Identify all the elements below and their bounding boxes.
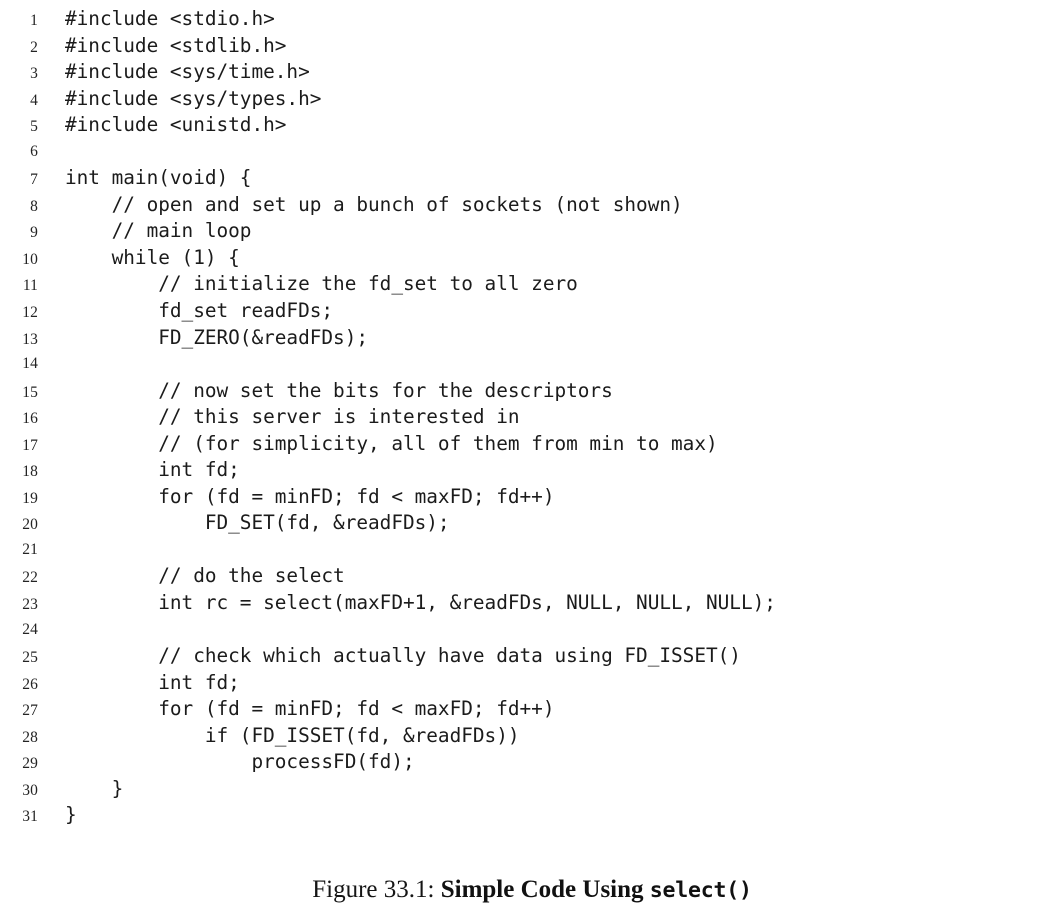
- line-number: 3: [30, 65, 38, 83]
- code-line: 23 int rc = select(maxFD+1, &readFDs, NU…: [0, 590, 1064, 617]
- line-number: 2: [30, 38, 38, 56]
- line-number: 4: [30, 91, 38, 109]
- line-number: 17: [22, 436, 38, 454]
- line-code: #include <sys/types.h>: [65, 86, 322, 110]
- line-number: 21: [22, 540, 38, 558]
- line-number: 15: [22, 383, 38, 401]
- line-number: 1: [30, 12, 38, 29]
- code-line: 20 FD_SET(fd, &readFDs);: [0, 510, 1064, 537]
- code-line: 19 for (fd = minFD; fd < maxFD; fd++): [0, 484, 1064, 511]
- line-code: int fd;: [65, 458, 240, 482]
- line-number: 28: [22, 728, 38, 746]
- code-line: 31}: [0, 802, 1064, 829]
- line-number: 20: [22, 516, 38, 534]
- line-number: 8: [30, 197, 38, 215]
- code-line: 24: [0, 617, 1064, 644]
- code-line: 3 #include <sys/time.h>: [0, 59, 1064, 86]
- code-line: 7 int main(void) {: [0, 165, 1064, 192]
- line-number: 23: [22, 596, 38, 614]
- code-line: 25 // check which actually have data usi…: [0, 643, 1064, 670]
- line-code: int rc = select(maxFD+1, &readFDs, NULL,…: [65, 591, 776, 615]
- line-code: #include <stdio.h>: [65, 7, 275, 30]
- line-code: FD_ZERO(&readFDs);: [65, 325, 369, 349]
- code-line: 8 // open and set up a bunch of sockets …: [0, 192, 1064, 219]
- code-line: 4 #include <sys/types.h>: [0, 86, 1064, 113]
- code-line: 10 while (1) {: [0, 245, 1064, 272]
- code-line: 17 // (for simplicity, all of them from …: [0, 431, 1064, 458]
- line-code: // (for simplicity, all of them from min…: [65, 431, 718, 455]
- line-code: processFD(fd);: [65, 750, 415, 774]
- figure-caption: Figure 33.1: Simple Code Using select(): [0, 876, 1064, 904]
- line-number: 27: [22, 702, 38, 720]
- line-code: // check which actually have data using …: [65, 644, 741, 668]
- line-code: // open and set up a bunch of sockets (n…: [65, 192, 683, 216]
- line-code: #include <unistd.h>: [65, 113, 287, 137]
- line-number: 9: [30, 224, 38, 242]
- line-code: for (fd = minFD; fd < maxFD; fd++): [65, 697, 555, 721]
- line-number: 25: [22, 649, 38, 667]
- code-line: 28 if (FD_ISSET(fd, &readFDs)): [0, 723, 1064, 750]
- code-line: 12 fd_set readFDs;: [0, 298, 1064, 325]
- line-number: 14: [22, 355, 38, 373]
- code-line: 22 // do the select: [0, 563, 1064, 590]
- line-number: 31: [22, 808, 38, 826]
- line-number: 12: [22, 304, 38, 322]
- code-line: 21: [0, 537, 1064, 564]
- line-code: // initialize the fd_set to all zero: [65, 272, 578, 296]
- line-code: // main loop: [65, 219, 252, 243]
- code-line: 18 int fd;: [0, 457, 1064, 484]
- code-line: 1 #include <stdio.h>: [0, 6, 1064, 33]
- code-listing: 1 #include <stdio.h> 2 #include <stdlib.h> 3…: [0, 6, 1064, 829]
- line-number: 7: [30, 171, 38, 189]
- line-code: // this server is interested in: [65, 405, 520, 429]
- line-number: 5: [30, 118, 38, 136]
- line-code: // do the select: [65, 564, 345, 588]
- code-line: 26 int fd;: [0, 670, 1064, 697]
- line-number: 10: [22, 250, 38, 268]
- code-line: 11 // initialize the fd_set to all zero: [0, 271, 1064, 298]
- line-code: #include <stdlib.h>: [65, 33, 287, 57]
- line-number: 6: [30, 142, 38, 160]
- line-code: FD_SET(fd, &readFDs);: [65, 511, 450, 535]
- line-number: 18: [22, 463, 38, 481]
- line-number: 22: [22, 569, 38, 587]
- code-line: 9 // main loop: [0, 218, 1064, 245]
- line-code: for (fd = minFD; fd < maxFD; fd++): [65, 484, 555, 508]
- caption-title: Simple Code Using: [440, 876, 644, 903]
- line-code: fd_set readFDs;: [65, 299, 334, 323]
- code-line: 15 // now set the bits for the descripto…: [0, 378, 1064, 405]
- line-code: // now set the bits for the descriptors: [65, 378, 613, 402]
- line-code: }: [65, 803, 77, 827]
- line-number: 24: [22, 620, 38, 638]
- line-code: while (1) {: [65, 245, 240, 269]
- line-number: 30: [22, 781, 38, 799]
- figure-container: 1 #include <stdio.h> 2 #include <stdlib.h> 3…: [0, 0, 1064, 922]
- line-code: int fd;: [65, 670, 240, 694]
- line-code: }: [65, 776, 124, 800]
- code-line: 14: [0, 351, 1064, 378]
- line-number: 16: [22, 410, 38, 428]
- line-number: 26: [22, 675, 38, 693]
- code-line: 30 }: [0, 776, 1064, 803]
- code-line: 5 #include <unistd.h>: [0, 112, 1064, 139]
- caption-code-name: select(): [649, 878, 752, 903]
- line-number: 19: [22, 489, 38, 507]
- code-line: 2 #include <stdlib.h>: [0, 33, 1064, 60]
- code-line: 6: [0, 139, 1064, 166]
- line-number: 11: [22, 277, 38, 295]
- code-line: 16 // this server is interested in: [0, 404, 1064, 431]
- caption-figure-number: Figure 33.1:: [312, 876, 435, 903]
- line-number: 13: [22, 330, 38, 348]
- code-line: 29 processFD(fd);: [0, 749, 1064, 776]
- code-line: 13 FD_ZERO(&readFDs);: [0, 325, 1064, 352]
- line-code: if (FD_ISSET(fd, &readFDs)): [65, 723, 520, 747]
- line-code: int main(void) {: [65, 166, 252, 190]
- code-line: 27 for (fd = minFD; fd < maxFD; fd++): [0, 696, 1064, 723]
- line-number: 29: [22, 755, 38, 773]
- line-code: #include <sys/time.h>: [65, 60, 310, 84]
